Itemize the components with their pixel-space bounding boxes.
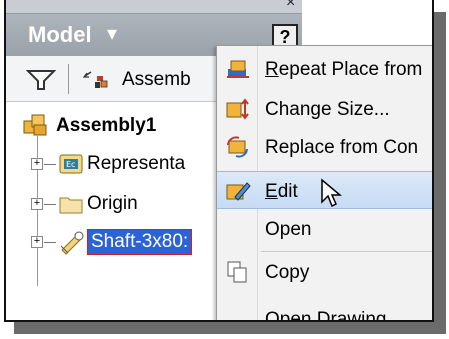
tree-item-label-selected: Shaft-3x80: [86,229,193,255]
toolbar-separator [68,64,69,94]
figure-shadow-bottom [14,322,446,334]
chevron-down-icon[interactable]: ▾ [107,21,117,46]
replace-icon [225,135,251,159]
svg-text:Ec: Ec [66,160,75,169]
change-size-icon [225,97,251,121]
tree-line [44,242,56,243]
menu-item-label: Copy [265,262,310,283]
menu-item-label: Repeat Place from [265,59,423,80]
menu-item-label: Change Size... [265,99,390,120]
figure-shadow-right [434,12,446,333]
close-icon[interactable]: × [286,0,295,12]
menu-item-label: Open [265,219,312,240]
panel-title[interactable]: Model [28,22,92,48]
menu-item-change-size[interactable]: Change Size... [217,90,432,128]
assembly-view-icon[interactable] [81,68,117,97]
menu-item-label: Edit [265,181,298,202]
menu-item-label: Replace from Con [265,137,419,158]
funnel-icon[interactable] [25,68,57,97]
place-component-icon [225,57,251,81]
panel-top-strip: × [6,0,302,14]
menu-item-label: Open Drawing [265,309,387,322]
mouse-pointer-icon [320,178,343,215]
assembly-icon [22,112,50,143]
menu-item-open[interactable]: Open [217,210,432,248]
folder-icon [58,192,84,221]
tree-item-label: Origin [87,193,138,214]
pencil-icon [225,179,251,203]
screenshot-frame: × Model ▾ ? Assemb Assembly1 + Ec Repres… [4,0,434,322]
representations-icon: Ec [58,152,84,181]
tree-item-label: Assembly1 [56,115,157,136]
menu-item-copy[interactable]: Copy [217,253,432,291]
menu-item-repeat-place[interactable]: Repeat Place from [217,50,432,88]
tree-line [44,164,56,165]
expand-icon[interactable]: + [31,236,43,248]
expand-icon[interactable]: + [31,158,43,170]
menu-separator [261,251,432,252]
part-icon [58,228,86,261]
menu-item-open-drawing[interactable]: Open Drawing [217,300,432,322]
assembly-view-label[interactable]: Assemb [122,69,191,91]
menu-item-replace-from-content[interactable]: Replace from Con [217,128,432,166]
expand-icon[interactable]: + [31,198,43,210]
tree-item-label: Representa [87,153,186,174]
tree-line [44,204,56,205]
copy-icon [225,260,251,284]
